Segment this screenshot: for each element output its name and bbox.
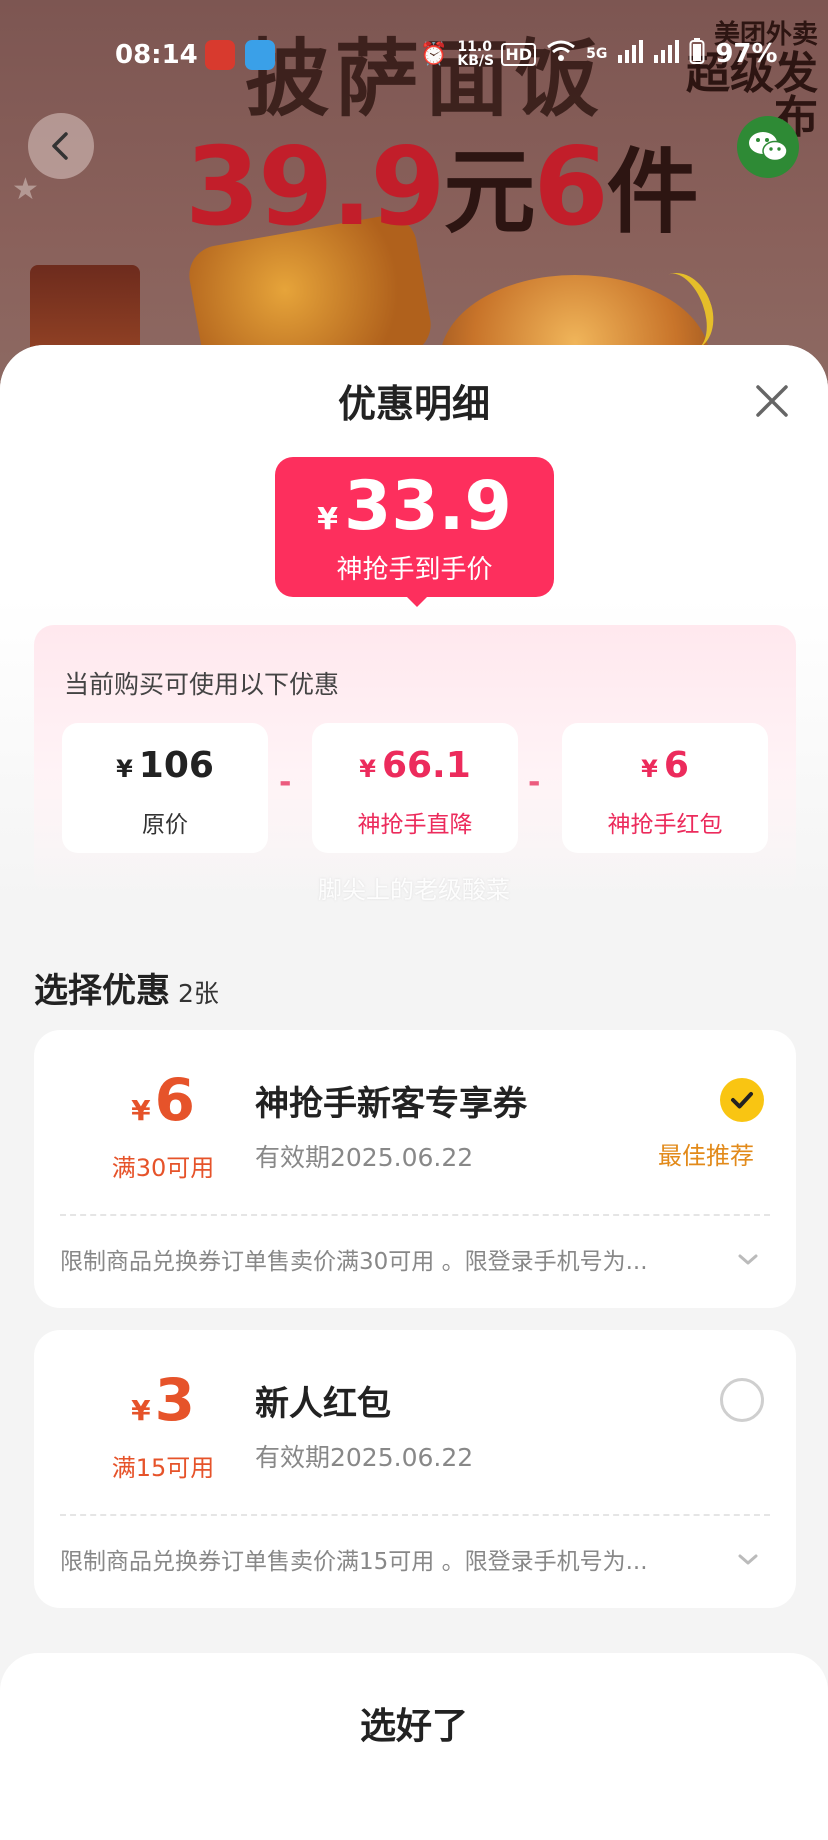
select-discount-title: 选择优惠 2张 (34, 971, 219, 1011)
coupon-condition: 满15可用 (111, 1454, 215, 1482)
alarm-icon: ⏰ (420, 41, 448, 67)
coupon-checkbox[interactable] (720, 1078, 764, 1122)
status-bar: 08:14 ⏰ 11.0 KB/S HD 5G 97% (0, 30, 828, 80)
coupon-description: 限制商品兑换券订单售卖价满15可用 。限登录手机号为... (60, 1549, 648, 1575)
benefit-summary: 当前购买可使用以下优惠 ¥106 原价 - ¥66.1 神抢手直降 - ¥6 神… (34, 625, 796, 895)
sheet-title: 优惠明细 (337, 382, 490, 426)
coupon-count: 2张 (178, 979, 219, 1008)
network-label: 5G (586, 46, 608, 62)
footer-bar: 选好了 (0, 1653, 828, 1840)
coupon-expire: 有效期2025.06.22 (255, 1143, 474, 1172)
signal-icon (617, 39, 644, 69)
weather-icon (245, 40, 275, 70)
coupon-name: 神抢手新客专享券 (255, 1084, 527, 1124)
watermark: 脚尖上的老级酸菜 (318, 876, 510, 904)
minus-sign: - (528, 765, 541, 800)
coupon-amount: ¥6 (131, 1066, 195, 1134)
battery-icon (689, 38, 705, 70)
back-button[interactable] (28, 113, 94, 179)
coupon-expire: 有效期2025.06.22 (255, 1443, 474, 1472)
close-icon[interactable] (752, 381, 792, 421)
minus-sign: - (279, 765, 292, 800)
hd-icon: HD (501, 42, 537, 66)
battery-level: 97% (715, 39, 778, 69)
chevron-down-icon[interactable] (736, 1552, 760, 1568)
coupon-condition: 满30可用 (111, 1154, 215, 1182)
banner-price: 39.9元6件 (185, 125, 699, 250)
wechat-share-button[interactable] (737, 116, 799, 178)
coupon-name: 新人红包 (255, 1384, 391, 1424)
coupon-card[interactable]: ¥6 满30可用 神抢手新客专享券 有效期2025.06.22 最佳推荐 限制商… (34, 1030, 796, 1308)
red-packet-card: ¥6 神抢手红包 (562, 723, 768, 853)
coupon-amount: ¥3 (131, 1366, 195, 1434)
chevron-down-icon[interactable] (736, 1252, 760, 1268)
dashed-divider (60, 1514, 770, 1516)
app-notification-icon (205, 40, 235, 70)
discount-detail-sheet: 优惠明细 ¥33.9 神抢手到手价 当前购买可使用以下优惠 ¥106 原价 - … (0, 345, 828, 1840)
coupon-description: 限制商品兑换券订单售卖价满30可用 。限登录手机号为... (60, 1249, 648, 1275)
final-price-currency: ¥ (317, 502, 339, 537)
signal-icon-2 (653, 39, 680, 69)
final-price-label: 神抢手到手价 (336, 555, 493, 585)
direct-discount-card: ¥66.1 神抢手直降 (312, 723, 518, 853)
badge-pointer (405, 595, 429, 607)
coupon-checkbox[interactable] (720, 1378, 764, 1422)
benefit-caption: 当前购买可使用以下优惠 (64, 670, 340, 699)
coupon-card[interactable]: ¥3 满15可用 新人红包 有效期2025.06.22 限制商品兑换券订单售卖价… (34, 1330, 796, 1608)
checkmark-icon (731, 1092, 753, 1109)
net-speed: 11.0 KB/S (457, 39, 495, 69)
final-price-value: 33.9 (344, 467, 512, 546)
status-time: 08:14 (115, 40, 198, 70)
status-right: ⏰ 11.0 KB/S HD 5G 97% (420, 38, 778, 70)
dashed-divider (60, 1214, 770, 1216)
wechat-icon (749, 132, 788, 162)
original-price-card: ¥106 原价 (62, 723, 268, 853)
wifi-icon (546, 39, 576, 69)
final-price-badge: ¥33.9 神抢手到手价 (275, 457, 554, 607)
star-icon: ★ (12, 172, 39, 207)
best-recommend-badge: 最佳推荐 (658, 1142, 754, 1170)
confirm-button[interactable]: 选好了 (0, 1697, 828, 1749)
chevron-left-icon (52, 132, 68, 160)
